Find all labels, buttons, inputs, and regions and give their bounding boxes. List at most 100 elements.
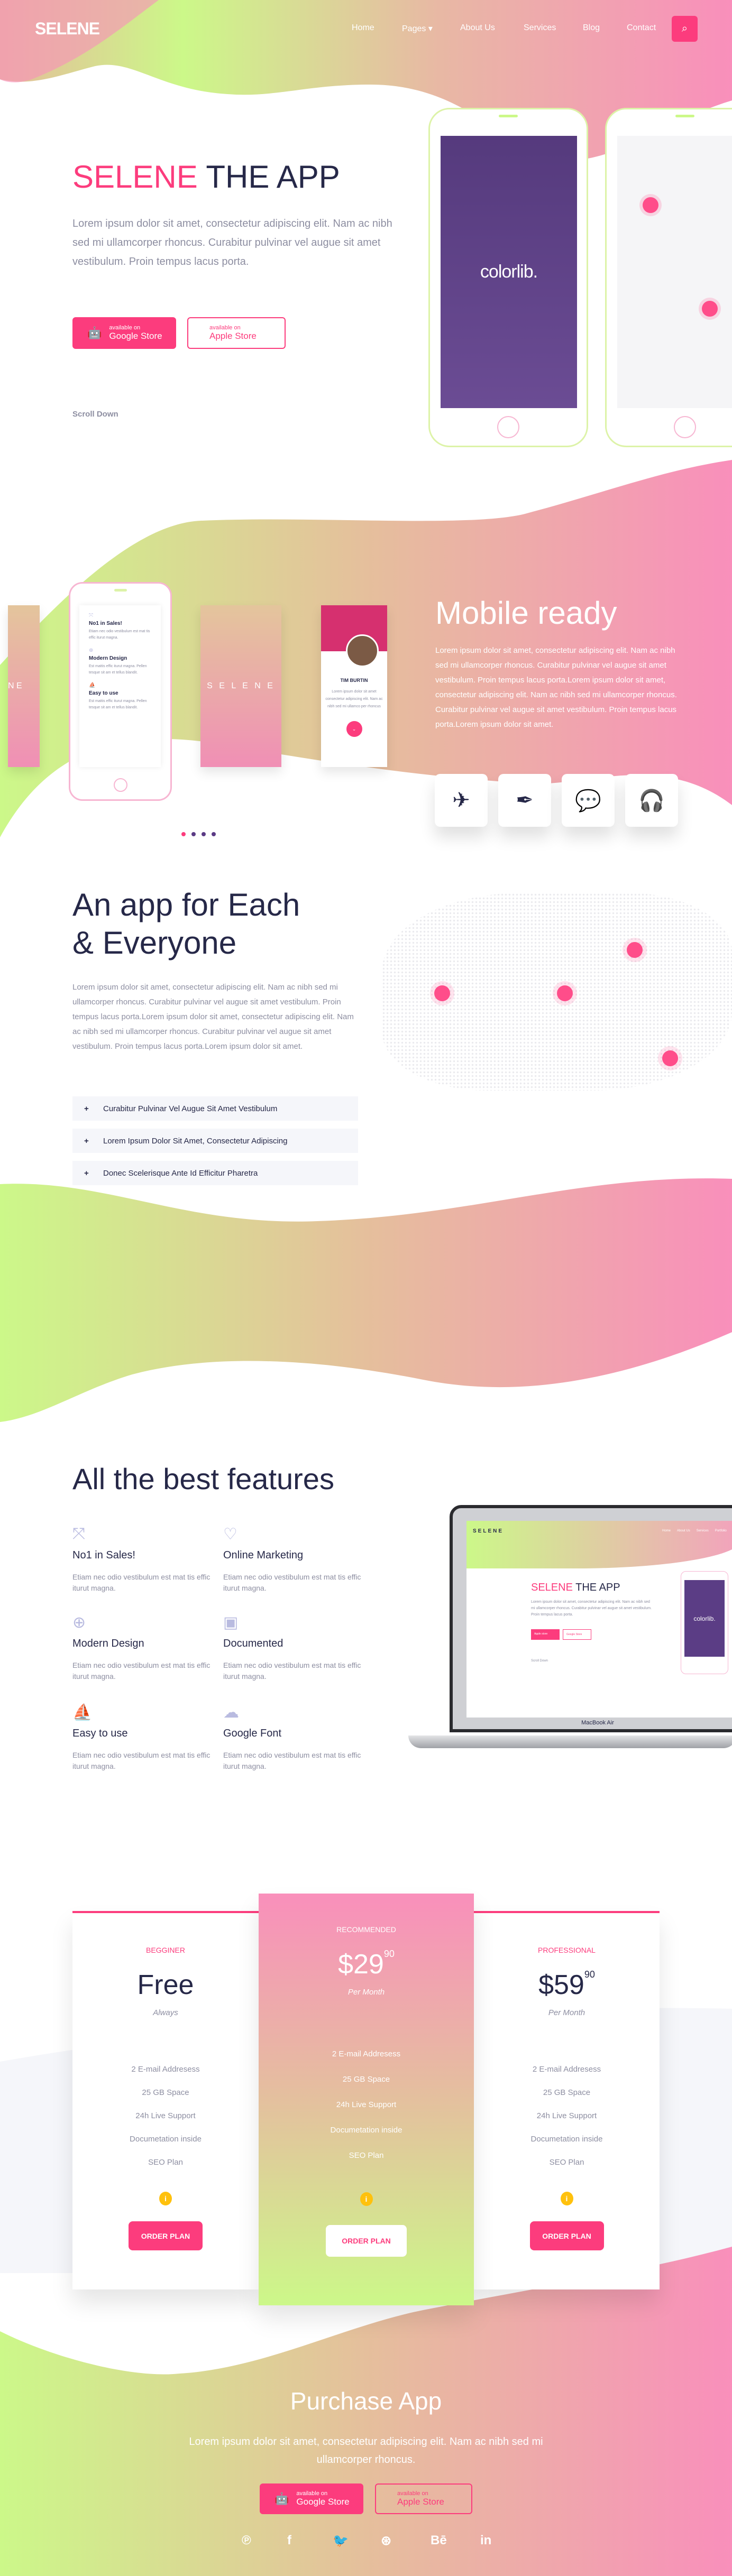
everyone-title-line2: & Everyone bbox=[72, 925, 237, 961]
purchase-apple-button[interactable]: available on Apple Store bbox=[375, 2483, 472, 2514]
phone-speaker bbox=[499, 115, 518, 117]
chat-bubble-icon: 💬 bbox=[562, 774, 615, 827]
briefcase-icon: ▣ bbox=[223, 1614, 239, 1631]
google-store-button[interactable]: 🤖 available on Google Store bbox=[72, 317, 176, 349]
sailboat-icon: ⛵ bbox=[89, 682, 96, 688]
laptop-nav-item: Services bbox=[696, 1529, 709, 1532]
plan-price: $5990 bbox=[474, 1969, 660, 2001]
plan-price: $2990 bbox=[259, 1949, 474, 1980]
laptop-phone-brand: colorlib. bbox=[684, 1580, 725, 1657]
plus-icon: + bbox=[84, 1168, 89, 1178]
accordion-item[interactable]: + Donec Scelerisque Ante Id Efficitur Pha… bbox=[72, 1161, 358, 1185]
mobile-ready-title: Mobile ready bbox=[435, 595, 617, 631]
info-icon[interactable]: i bbox=[159, 2192, 172, 2205]
twitter-icon[interactable]: 🐦 bbox=[333, 2533, 349, 2549]
accordion-item[interactable]: + Lorem Ipsum Dolor Sit Amet, Consectetur… bbox=[72, 1129, 358, 1153]
screen-feature-title: Easy to use bbox=[89, 690, 118, 696]
search-button[interactable]: ⌕ bbox=[672, 16, 698, 42]
feature-text: Etiam nec odio vestibulum est mat tis ef… bbox=[223, 1573, 361, 1592]
apple-big: Apple Store bbox=[209, 331, 257, 341]
plan-feature: 24h Live Support bbox=[536, 2111, 597, 2120]
linkedin-icon[interactable]: in bbox=[480, 2533, 491, 2548]
order-plan-button[interactable]: ORDER PLAN bbox=[129, 2221, 203, 2250]
map-pin bbox=[627, 942, 643, 958]
profile-name: TIM BURTIN bbox=[340, 678, 368, 683]
laptop-logo: SELENE bbox=[473, 1528, 504, 1534]
android-icon: 🤖 bbox=[87, 326, 102, 339]
apple-store-button[interactable]: available on Apple Store bbox=[187, 317, 286, 349]
laptop-scroll: Scroll Down bbox=[531, 1659, 548, 1663]
slider-dot[interactable] bbox=[202, 832, 206, 836]
hero-title-rest: THE APP bbox=[206, 159, 340, 195]
plan-level: BEGGINER bbox=[146, 1946, 185, 1954]
order-plan-button[interactable]: ORDER PLAN bbox=[529, 2221, 604, 2250]
laptop-nav-item: Home bbox=[662, 1529, 671, 1532]
plan-price: Free bbox=[72, 1969, 259, 2001]
pinterest-icon[interactable]: ℗ bbox=[242, 2533, 251, 2548]
facebook-icon[interactable]: f bbox=[287, 2533, 291, 2548]
plan-period: Per Month bbox=[548, 2008, 585, 2017]
feature-title: Documented bbox=[223, 1638, 283, 1649]
hero-text: Lorem ipsum dolor sit amet, consectetur … bbox=[72, 218, 392, 267]
info-icon[interactable]: i bbox=[560, 2192, 573, 2205]
feature-title: No1 in Sales! bbox=[72, 1549, 135, 1561]
accordion-label: Donec Scelerisque Ante Id Efficitur Phar… bbox=[103, 1168, 258, 1178]
plan-level: PROFESSIONAL bbox=[538, 1946, 596, 1954]
plan-features: 2 E-mail Addresess 25 GB Space 24h Live Su… bbox=[474, 2065, 660, 2181]
pricing-card: RECOMMENDED $2990 Per Month 2 E-mail Add… bbox=[259, 1894, 474, 2305]
features-screen: ⤧ No1 in Sales! Etiam nec odio vestibulu… bbox=[79, 605, 161, 767]
nav-about[interactable]: About Us bbox=[460, 23, 495, 33]
laptop-wave bbox=[466, 1521, 732, 1568]
profile-next-button[interactable]: ⌄ bbox=[346, 721, 362, 737]
google-small: available on bbox=[109, 325, 141, 331]
nav-contact[interactable]: Contact bbox=[627, 23, 656, 33]
plan-price-value: Free bbox=[137, 1970, 194, 2000]
slider-dot[interactable] bbox=[191, 832, 196, 836]
behance-icon[interactable]: Bē bbox=[431, 2533, 447, 2548]
plan-price-value: $29 bbox=[338, 1949, 384, 1980]
laptop-screen: SELENE Home About Us Services Portfolio SEL… bbox=[466, 1521, 732, 1718]
apple-small: available on bbox=[209, 325, 241, 331]
feature-text: Etiam nec odio vestibulum est mat tis ef… bbox=[72, 1573, 211, 1592]
plan-feature: 24h Live Support bbox=[336, 2100, 397, 2109]
paper-plane-icon: ✈ bbox=[435, 774, 488, 827]
pricing-card: BEGGINER Free Always 2 E-mail Addresess 2… bbox=[72, 1911, 259, 2289]
plan-feature: Documetation inside bbox=[130, 2135, 202, 2144]
plan-feature: 24h Live Support bbox=[135, 2111, 196, 2120]
features-title: All the best features bbox=[72, 1462, 334, 1495]
dribbble-icon[interactable]: ⊛ bbox=[381, 2533, 391, 2549]
plan-feature: Documetation inside bbox=[530, 2135, 603, 2144]
info-icon[interactable]: i bbox=[360, 2192, 373, 2206]
laptop-phone: colorlib. bbox=[681, 1571, 728, 1674]
logo[interactable]: SELENE bbox=[35, 19, 100, 39]
nav-home[interactable]: Home bbox=[352, 23, 374, 33]
accordion-item[interactable]: + Curabitur Pulvinar Vel Augue Sit Amet V… bbox=[72, 1096, 358, 1121]
slider-dot[interactable] bbox=[212, 832, 216, 836]
slider-dots bbox=[181, 832, 216, 836]
plan-feature: 25 GB Space bbox=[342, 2075, 390, 2084]
accordion-label: Curabitur Pulvinar Vel Augue Sit Amet Ve… bbox=[103, 1104, 278, 1113]
google-big: Google Store bbox=[109, 331, 162, 341]
phone-home-button bbox=[113, 778, 127, 792]
lifebuoy-icon: ⊕ bbox=[89, 648, 94, 653]
screen-feature-title: No1 in Sales! bbox=[89, 621, 122, 626]
purchase-google-button[interactable]: 🤖 available on Google Store bbox=[260, 2483, 363, 2514]
nav-blog[interactable]: Blog bbox=[583, 23, 600, 33]
colorlib-logo: colorlib. bbox=[480, 262, 538, 282]
plan-period: Per Month bbox=[347, 1988, 385, 1997]
middle-wave bbox=[0, 1178, 732, 1422]
nav-pages[interactable]: Pages ▾ bbox=[402, 23, 433, 34]
purchase-text: Lorem ipsum dolor sit amet, consectetur … bbox=[189, 2436, 543, 2466]
scroll-down-link[interactable]: Scroll Down bbox=[72, 410, 118, 419]
slider-dot-active[interactable] bbox=[181, 832, 186, 836]
feature-text: Etiam nec odio vestibulum est mat tis ef… bbox=[223, 1661, 361, 1681]
nav-services[interactable]: Services bbox=[524, 23, 556, 33]
plan-feature: Documetation inside bbox=[330, 2126, 402, 2135]
feature-text: Etiam nec odio vestibulum est mat tis ef… bbox=[72, 1751, 211, 1770]
splash-text: S E L E N E bbox=[207, 681, 275, 690]
hero-phone: colorlib. bbox=[428, 108, 588, 447]
order-plan-button[interactable]: ORDER PLAN bbox=[326, 2225, 407, 2257]
plan-price-value: $59 bbox=[538, 1970, 584, 2000]
mobile-ready-text: Lorem ipsum dolor sit amet, consectetur … bbox=[435, 646, 677, 729]
feature-title: Online Marketing bbox=[223, 1549, 304, 1561]
